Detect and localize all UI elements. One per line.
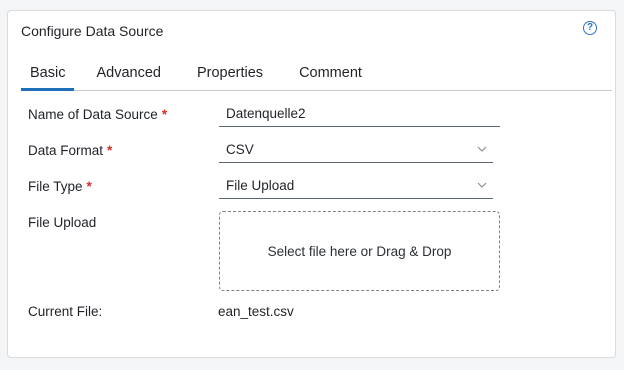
file-type-label-text: File Type: [28, 179, 83, 194]
name-label-text: Name of Data Source: [28, 107, 158, 122]
help-icon[interactable]: ?: [583, 21, 597, 35]
current-file-name: ean_test.csv: [218, 304, 294, 319]
tab-basic[interactable]: Basic: [21, 57, 75, 91]
data-format-value: CSV: [226, 142, 254, 157]
data-format-label-text: Data Format: [28, 143, 104, 158]
data-format-select[interactable]: CSV: [219, 139, 493, 163]
required-mark: *: [107, 143, 113, 158]
name-input[interactable]: Datenquelle2: [219, 103, 500, 127]
chevron-down-icon: [477, 146, 487, 152]
current-file-label: Current File:: [28, 304, 103, 319]
dropzone-text: Select file here or Drag & Drop: [267, 243, 452, 259]
configure-data-source-panel: Configure Data Source ? Basic Advanced P…: [7, 10, 616, 358]
file-type-select[interactable]: File Upload: [219, 175, 493, 199]
tab-comment[interactable]: Comment: [297, 57, 364, 90]
file-upload-label: File Upload: [28, 215, 97, 230]
panel-title: Configure Data Source: [21, 23, 164, 39]
tab-bar: Basic Advanced Properties Comment: [21, 57, 612, 91]
tab-advanced[interactable]: Advanced: [94, 57, 163, 90]
file-type-value: File Upload: [226, 178, 295, 193]
data-format-label: Data Format *: [28, 143, 112, 158]
tab-properties[interactable]: Properties: [195, 57, 265, 90]
file-type-label: File Type *: [28, 179, 92, 194]
chevron-down-icon: [477, 182, 487, 188]
required-mark: *: [161, 107, 168, 122]
file-dropzone[interactable]: Select file here or Drag & Drop: [219, 211, 500, 291]
required-mark: *: [86, 179, 92, 194]
name-label: Name of Data Source *: [28, 107, 167, 122]
